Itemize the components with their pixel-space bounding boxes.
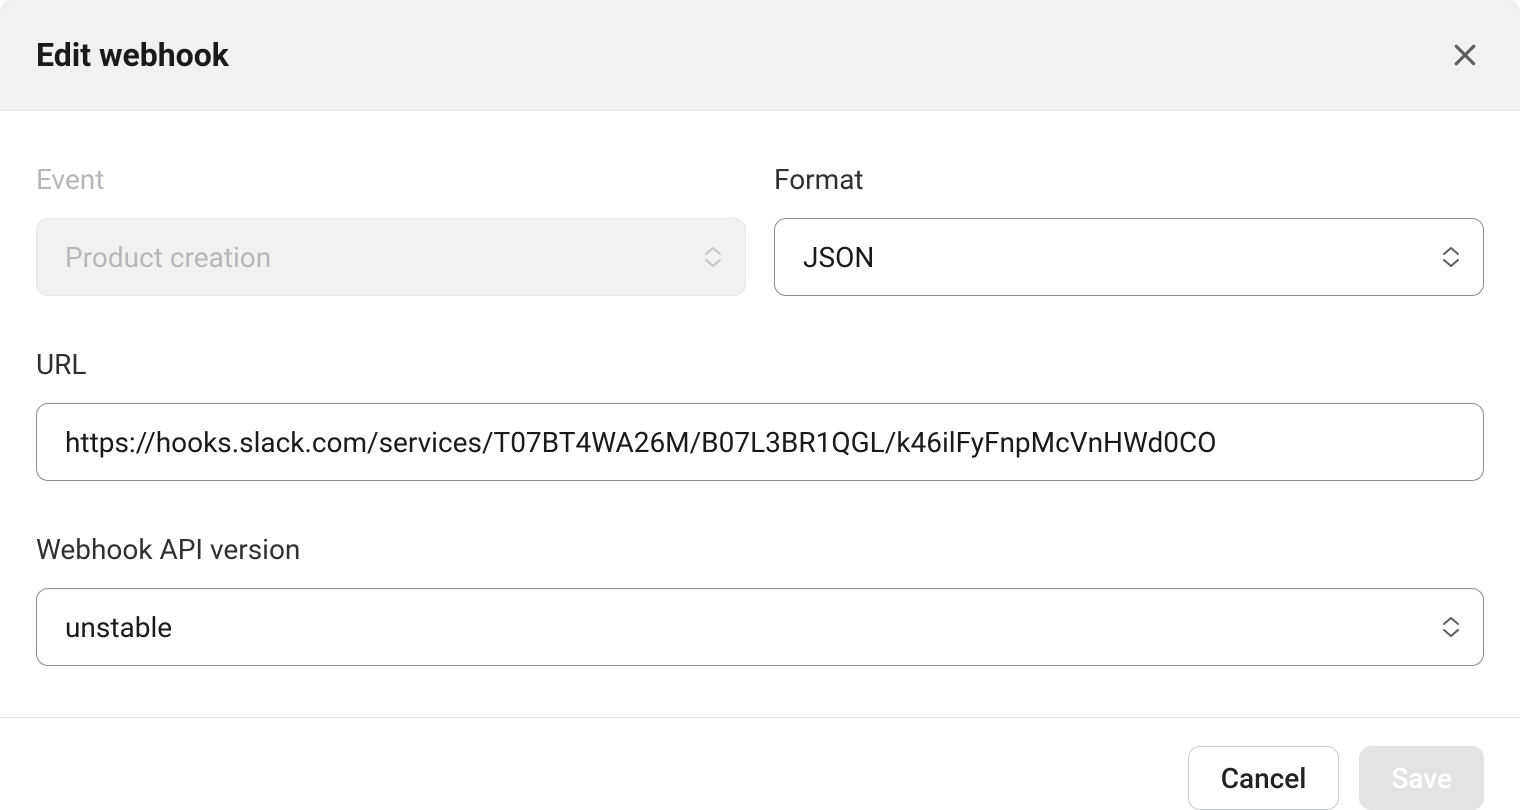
api-version-select-wrapper: unstable [36, 588, 1484, 666]
cancel-button[interactable]: Cancel [1188, 746, 1340, 810]
save-button: Save [1359, 746, 1484, 810]
url-input[interactable] [36, 403, 1484, 481]
modal-title: Edit webhook [36, 36, 229, 74]
event-field: Event Product creation [36, 163, 746, 296]
close-icon [1450, 40, 1480, 70]
api-version-select[interactable]: unstable [36, 588, 1484, 666]
modal-header: Edit webhook [0, 0, 1520, 111]
format-field: Format JSON [774, 163, 1484, 296]
event-select-wrapper: Product creation [36, 218, 746, 296]
url-field: URL [36, 348, 1484, 481]
format-label: Format [774, 163, 1484, 196]
modal-footer: Cancel Save [0, 717, 1520, 810]
event-label: Event [36, 163, 746, 196]
format-select[interactable]: JSON [774, 218, 1484, 296]
modal-body: Event Product creation Format JSON [0, 111, 1520, 717]
format-select-wrapper: JSON [774, 218, 1484, 296]
api-version-label: Webhook API version [36, 533, 1484, 566]
close-button[interactable] [1446, 36, 1484, 74]
url-label: URL [36, 348, 1484, 381]
row-event-format: Event Product creation Format JSON [36, 163, 1484, 296]
api-version-field: Webhook API version unstable [36, 533, 1484, 666]
edit-webhook-modal: Edit webhook Event Product creation [0, 0, 1520, 810]
event-select: Product creation [36, 218, 746, 296]
